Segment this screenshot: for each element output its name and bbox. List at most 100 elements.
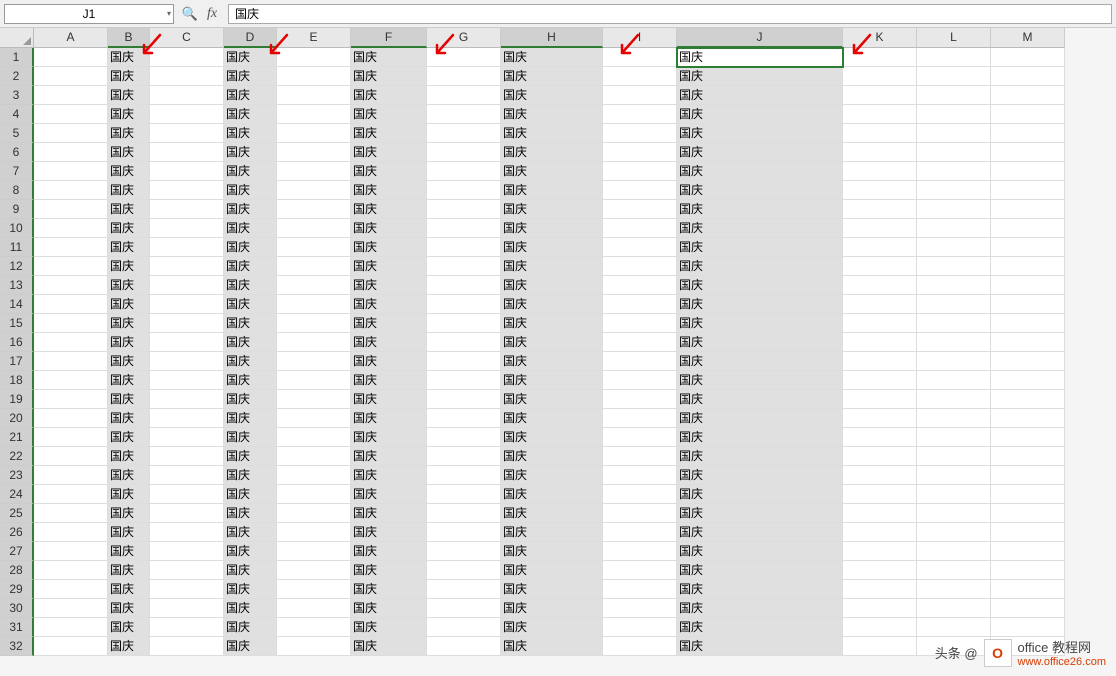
cell-B3[interactable]: 国庆	[108, 86, 150, 105]
cell-M30[interactable]	[991, 599, 1065, 618]
cell-F29[interactable]: 国庆	[351, 580, 427, 599]
cell-I9[interactable]	[603, 200, 677, 219]
cell-E32[interactable]	[277, 637, 351, 656]
cell-G6[interactable]	[427, 143, 501, 162]
cell-I3[interactable]	[603, 86, 677, 105]
cell-C8[interactable]	[150, 181, 224, 200]
cell-I10[interactable]	[603, 219, 677, 238]
cell-A32[interactable]	[34, 637, 108, 656]
cell-E15[interactable]	[277, 314, 351, 333]
cell-D2[interactable]: 国庆	[224, 67, 277, 86]
cell-F16[interactable]: 国庆	[351, 333, 427, 352]
cell-A5[interactable]	[34, 124, 108, 143]
cell-D32[interactable]: 国庆	[224, 637, 277, 656]
cell-D10[interactable]: 国庆	[224, 219, 277, 238]
cell-M11[interactable]	[991, 238, 1065, 257]
cell-K30[interactable]	[843, 599, 917, 618]
cell-L26[interactable]	[917, 523, 991, 542]
row-header-12[interactable]: 12	[0, 257, 34, 276]
cell-D5[interactable]: 国庆	[224, 124, 277, 143]
cell-J30[interactable]: 国庆	[677, 599, 843, 618]
cells-area[interactable]: 国庆国庆国庆国庆国庆国庆国庆国庆国庆国庆国庆国庆国庆国庆国庆国庆国庆国庆国庆国庆…	[34, 48, 1065, 656]
cell-E18[interactable]	[277, 371, 351, 390]
cell-B32[interactable]: 国庆	[108, 637, 150, 656]
cell-F9[interactable]: 国庆	[351, 200, 427, 219]
cell-B22[interactable]: 国庆	[108, 447, 150, 466]
cell-E27[interactable]	[277, 542, 351, 561]
column-header-I[interactable]: I	[603, 28, 677, 48]
cell-F11[interactable]: 国庆	[351, 238, 427, 257]
cell-F3[interactable]: 国庆	[351, 86, 427, 105]
cell-D11[interactable]: 国庆	[224, 238, 277, 257]
cell-E24[interactable]	[277, 485, 351, 504]
cell-M25[interactable]	[991, 504, 1065, 523]
cell-I8[interactable]	[603, 181, 677, 200]
cell-E26[interactable]	[277, 523, 351, 542]
cell-J23[interactable]: 国庆	[677, 466, 843, 485]
cell-M5[interactable]	[991, 124, 1065, 143]
cell-B8[interactable]: 国庆	[108, 181, 150, 200]
cell-D31[interactable]: 国庆	[224, 618, 277, 637]
row-header-2[interactable]: 2	[0, 67, 34, 86]
row-header-22[interactable]: 22	[0, 447, 34, 466]
cell-A23[interactable]	[34, 466, 108, 485]
column-header-C[interactable]: C	[150, 28, 224, 48]
cell-I26[interactable]	[603, 523, 677, 542]
cell-L25[interactable]	[917, 504, 991, 523]
cell-D29[interactable]: 国庆	[224, 580, 277, 599]
cell-A11[interactable]	[34, 238, 108, 257]
cell-L31[interactable]	[917, 618, 991, 637]
cell-A1[interactable]	[34, 48, 108, 67]
cell-B24[interactable]: 国庆	[108, 485, 150, 504]
cell-E21[interactable]	[277, 428, 351, 447]
cell-C4[interactable]	[150, 105, 224, 124]
cell-D27[interactable]: 国庆	[224, 542, 277, 561]
cell-C31[interactable]	[150, 618, 224, 637]
cell-E31[interactable]	[277, 618, 351, 637]
cell-G8[interactable]	[427, 181, 501, 200]
cell-E13[interactable]	[277, 276, 351, 295]
cell-J17[interactable]: 国庆	[677, 352, 843, 371]
cell-G31[interactable]	[427, 618, 501, 637]
cell-H21[interactable]: 国庆	[501, 428, 603, 447]
cell-I5[interactable]	[603, 124, 677, 143]
zoom-icon[interactable]: 🔍	[182, 6, 198, 22]
row-header-3[interactable]: 3	[0, 86, 34, 105]
cell-K20[interactable]	[843, 409, 917, 428]
row-header-10[interactable]: 10	[0, 219, 34, 238]
cell-J6[interactable]: 国庆	[677, 143, 843, 162]
cell-I31[interactable]	[603, 618, 677, 637]
cell-F19[interactable]: 国庆	[351, 390, 427, 409]
cell-H28[interactable]: 国庆	[501, 561, 603, 580]
cell-I15[interactable]	[603, 314, 677, 333]
cell-C26[interactable]	[150, 523, 224, 542]
cell-L14[interactable]	[917, 295, 991, 314]
cell-J26[interactable]: 国庆	[677, 523, 843, 542]
cell-K21[interactable]	[843, 428, 917, 447]
cell-H6[interactable]: 国庆	[501, 143, 603, 162]
cell-D28[interactable]: 国庆	[224, 561, 277, 580]
cell-K24[interactable]	[843, 485, 917, 504]
cell-L15[interactable]	[917, 314, 991, 333]
cell-B18[interactable]: 国庆	[108, 371, 150, 390]
cell-G32[interactable]	[427, 637, 501, 656]
cell-B5[interactable]: 国庆	[108, 124, 150, 143]
cell-A9[interactable]	[34, 200, 108, 219]
cell-B7[interactable]: 国庆	[108, 162, 150, 181]
cell-F28[interactable]: 国庆	[351, 561, 427, 580]
cell-B23[interactable]: 国庆	[108, 466, 150, 485]
cell-B21[interactable]: 国庆	[108, 428, 150, 447]
cell-E1[interactable]	[277, 48, 351, 67]
cell-A3[interactable]	[34, 86, 108, 105]
cell-B17[interactable]: 国庆	[108, 352, 150, 371]
cell-A14[interactable]	[34, 295, 108, 314]
cell-M15[interactable]	[991, 314, 1065, 333]
cell-K2[interactable]	[843, 67, 917, 86]
cell-A6[interactable]	[34, 143, 108, 162]
cell-H25[interactable]: 国庆	[501, 504, 603, 523]
cell-B13[interactable]: 国庆	[108, 276, 150, 295]
row-header-5[interactable]: 5	[0, 124, 34, 143]
cell-K10[interactable]	[843, 219, 917, 238]
cell-H11[interactable]: 国庆	[501, 238, 603, 257]
cell-A26[interactable]	[34, 523, 108, 542]
